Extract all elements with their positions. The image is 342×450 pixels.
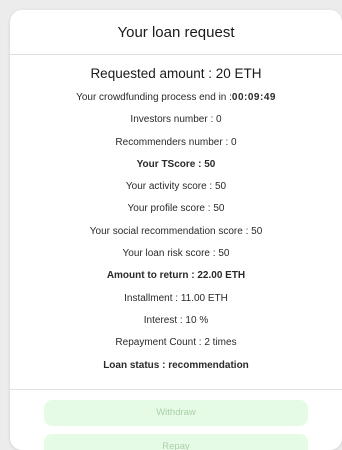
- countdown-label: Your crowdfunding process end in :: [76, 92, 232, 103]
- countdown-timer: 00:09:49: [231, 92, 276, 103]
- divider: [10, 388, 342, 390]
- requested-amount: Requested amount : 20 ETH: [90, 66, 262, 81]
- interest: Interest : 10 %: [143, 314, 209, 326]
- loan-request-card: Your loan request Requested amount : 20 …: [10, 10, 342, 450]
- social-recommendation-score: Your social recommendation score : 50: [89, 225, 263, 237]
- loan-details: Requested amount : 20 ETH Your crowdfund…: [10, 61, 342, 377]
- repayment-count: Repayment Count : 2 times: [115, 337, 237, 349]
- investors-number: Investors number : 0: [130, 114, 222, 126]
- card-title: Your loan request: [10, 10, 342, 55]
- withdraw-button[interactable]: Withdraw: [44, 399, 308, 426]
- activity-score: Your activity score : 50: [125, 181, 227, 193]
- installment: Installment : 11.00 ETH: [124, 292, 228, 304]
- profile-score: Your profile score : 50: [127, 203, 225, 215]
- loan-risk-score: Your loan risk score : 50: [122, 248, 230, 260]
- loan-status: Loan status : recommendation: [103, 359, 249, 371]
- amount-to-return: Amount to return : 22.00 ETH: [106, 270, 246, 282]
- tscore: Your TScore : 50: [136, 158, 216, 170]
- recommenders-number: Recommenders number : 0: [115, 136, 237, 148]
- repay-button[interactable]: Repay: [44, 433, 308, 450]
- crowdfunding-countdown: Your crowdfunding process end in :00:09:…: [10, 87, 342, 109]
